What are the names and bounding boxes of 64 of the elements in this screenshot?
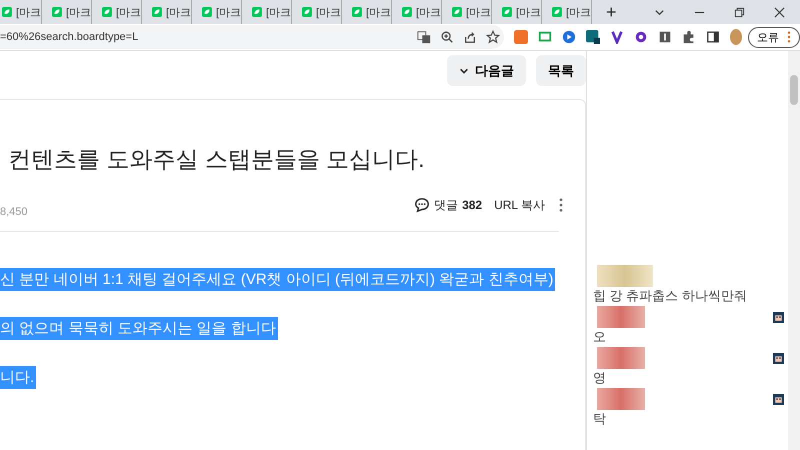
highlighted-text: 신 분만 네이버 1:1 채팅 걸어주세요 (VR챗 아이디 (뒤에코드까지) 왁굳과 친추여부) [0,268,556,291]
comments-button[interactable]: 댓글 382 [408,196,488,214]
leaf-icon [52,5,62,19]
leaf-icon [102,5,112,19]
tab-title: [마크 [366,6,391,20]
play-icon[interactable] [562,30,576,44]
pixelated-name [597,265,653,287]
chat-message: 탁 [593,410,607,428]
leaf-icon [252,5,262,19]
leaf-icon [152,5,162,19]
pixelated-name [597,306,645,328]
tab-title: [마크 [516,6,541,20]
share-icon[interactable] [463,30,477,44]
highlighted-text: 의 없으며 묵묵히 도와주시는 일을 합니다 [0,317,278,340]
profile-button[interactable]: 오류 [748,26,800,48]
extension-icon[interactable] [610,30,624,44]
leaf-icon [2,5,12,19]
tab-title: [마크 [216,6,241,20]
leaf-icon [402,5,412,19]
next-post-button[interactable]: 다음글 [447,55,526,86]
leaf-icon [302,5,312,19]
address-text: =60%26search.boardtype=L [0,31,138,43]
translate-icon[interactable] [417,30,431,44]
leaf-icon [452,5,462,19]
tab-title: [마크 [16,6,41,20]
more-icon [787,31,791,43]
list-button[interactable]: 목록 [536,55,586,86]
close-icon[interactable] [774,6,785,18]
scrollbar-thumb[interactable] [790,75,798,105]
leaf-icon [552,5,562,19]
sidebar-icon[interactable] [706,30,720,44]
chat-message: 영 [593,369,607,387]
extension-icon[interactable] [634,30,648,44]
tab-title: [마크 [466,6,491,20]
leaf-icon [502,5,512,19]
puzzle-icon[interactable] [682,30,696,44]
view-count: 8,450 [0,206,28,218]
star-icon[interactable] [486,30,500,44]
chat-message: 오 [593,328,607,346]
extension-icon[interactable] [658,30,672,44]
more-icon[interactable] [559,198,563,212]
scrollbar[interactable] [788,51,800,450]
highlighted-text: 니다. [0,366,36,389]
chat-message: 힙 강 츄파춥스 하나씩만줘 [593,287,748,305]
avatar[interactable] [730,29,742,45]
extension-icon[interactable] [586,30,600,44]
tab-title: [마크 [66,6,91,20]
leaf-icon [202,5,212,19]
post-title: 컨텐츠를 도와주실 스탭분들을 모십니다. [8,145,426,174]
comment-icon [414,197,430,213]
tab-title: [마크 [316,6,341,20]
leaf-icon [352,5,362,19]
url-copy-button[interactable]: URL 복사 [488,196,551,214]
tab-title: [마크 [566,6,591,20]
tab-title: [마크 [266,6,291,20]
address-field[interactable]: =60%26search.boardtype=L [0,25,504,49]
pixelated-name [597,388,645,410]
tab-title: [마크 [116,6,141,20]
zoom-icon[interactable] [440,30,454,44]
tab-title: [마크 [166,6,191,20]
tab-title: [마크 [416,6,441,20]
pixelated-name [597,347,645,369]
new-tab-button[interactable]: + [602,2,621,22]
restore-icon[interactable] [734,6,745,18]
